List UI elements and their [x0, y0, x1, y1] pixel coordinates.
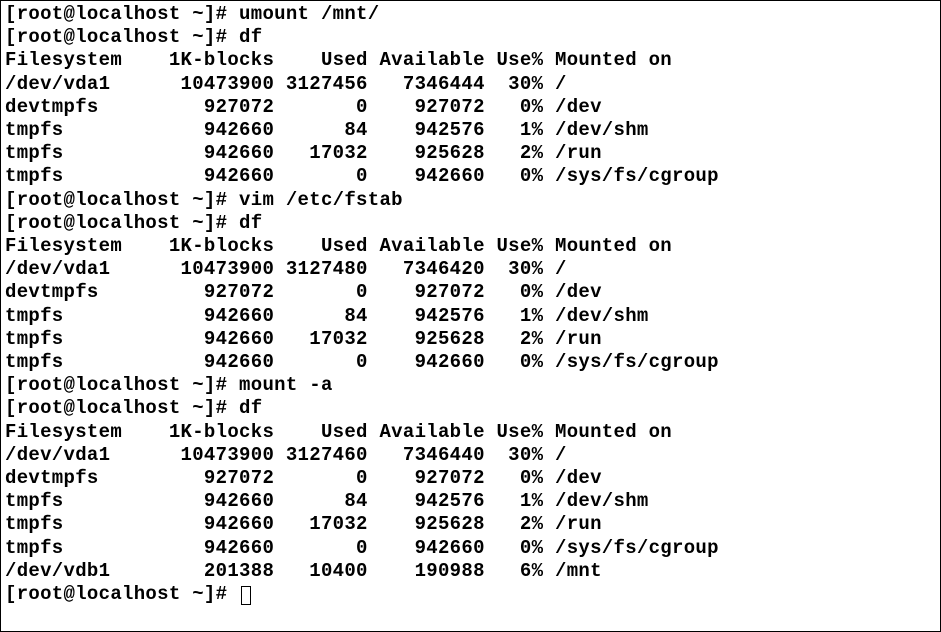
terminal-output[interactable]: [root@localhost ~]# umount /mnt/ [root@l… — [0, 0, 941, 632]
cursor — [241, 586, 251, 605]
